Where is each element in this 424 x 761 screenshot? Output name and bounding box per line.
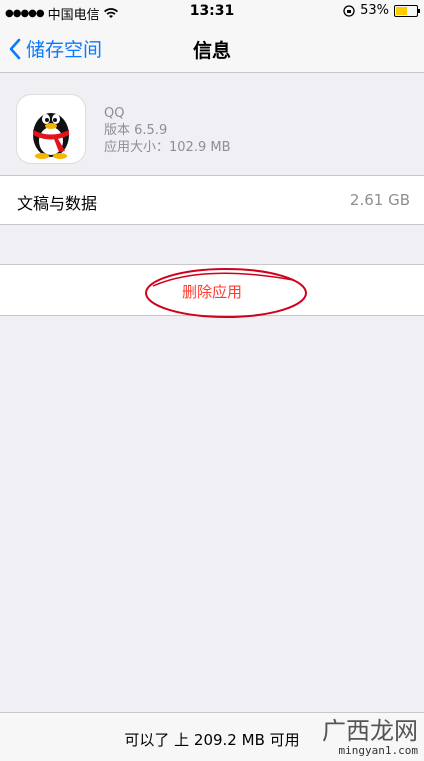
- battery-fill: [396, 6, 407, 15]
- delete-app-button[interactable]: 删除应用: [0, 281, 424, 302]
- delete-app-row[interactable]: 删除应用: [0, 264, 424, 316]
- battery-percent: 53%: [360, 3, 389, 18]
- navigation-bar: 储存空间 信息: [0, 22, 424, 73]
- battery-icon: [394, 4, 420, 17]
- app-info-section: QQ 版本 6.5.9 应用大小：102.9 MB: [0, 73, 424, 173]
- watermark: 广西龙网 mingyan1.com: [322, 718, 418, 757]
- rotation-lock-icon: [343, 4, 355, 17]
- qq-app-icon: [17, 95, 85, 163]
- documents-data-row: 文稿与数据 2.61 GB: [0, 175, 424, 225]
- watermark-site: mingyan1.com: [338, 744, 418, 757]
- app-version: 版本 6.5.9: [104, 123, 168, 138]
- documents-data-label: 文稿与数据: [17, 194, 98, 213]
- documents-data-value: 2.61 GB: [349, 191, 410, 209]
- app-name: QQ: [104, 106, 125, 121]
- status-right: 53%: [343, 3, 420, 18]
- app-meta: QQ 版本 6.5.9 应用大小：102.9 MB: [104, 105, 230, 156]
- status-bar: ●●●●● 中国电信 13:31 53%: [0, 0, 424, 23]
- page-title: 信息: [192, 40, 231, 62]
- app-size: 应用大小：102.9 MB: [104, 140, 231, 155]
- watermark-brand: 广西龙网: [322, 717, 418, 745]
